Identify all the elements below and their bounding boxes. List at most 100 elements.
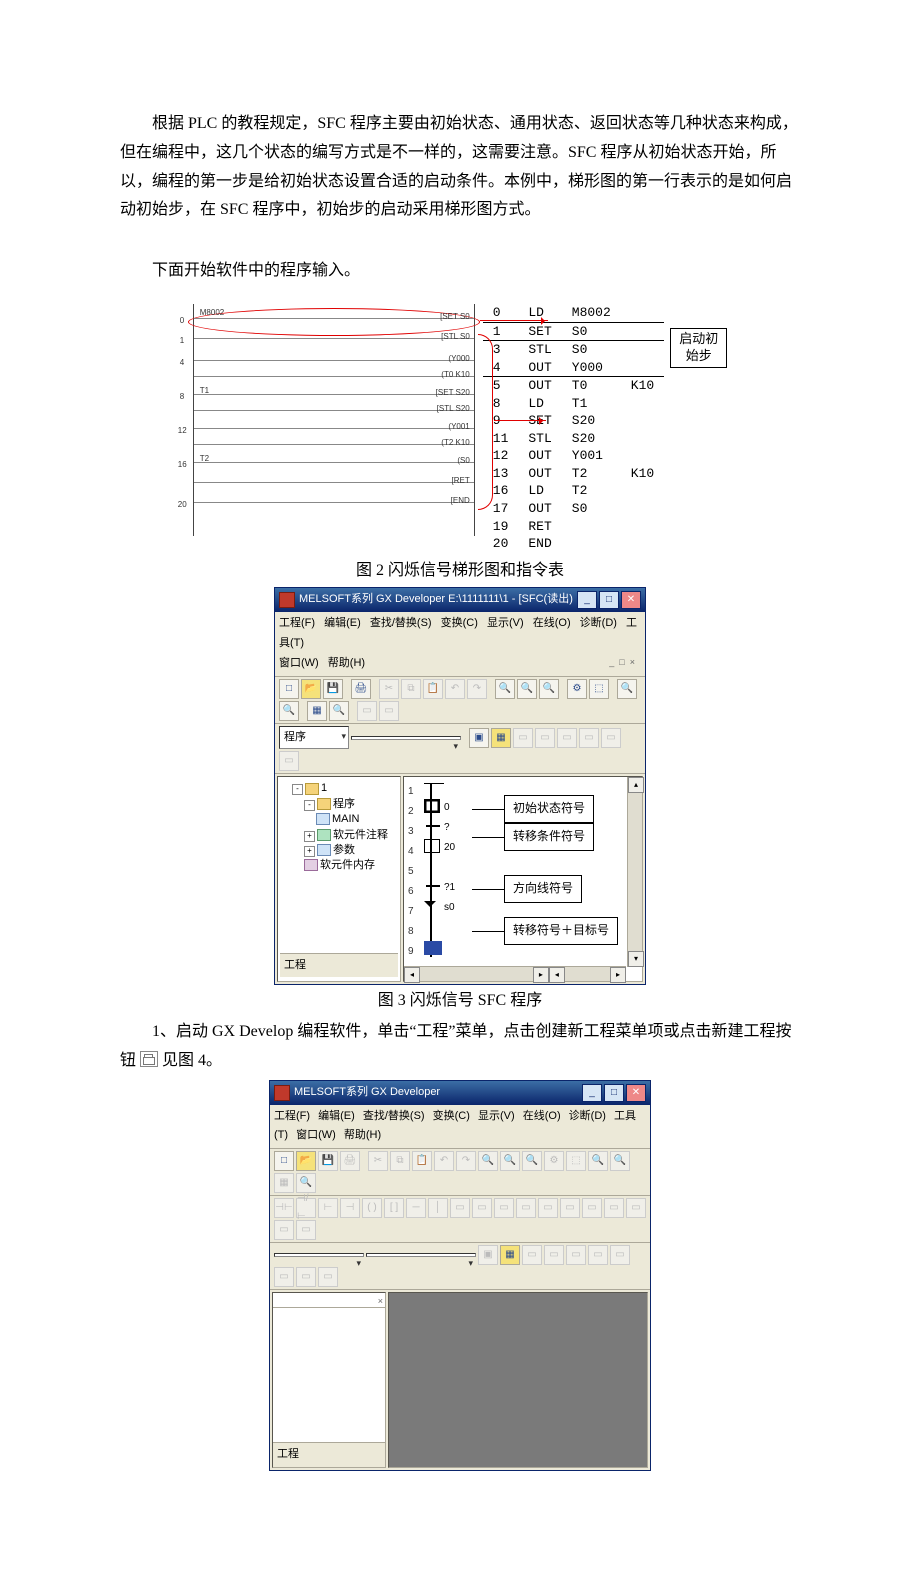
ladder-element-button[interactable]: ▭ bbox=[626, 1198, 646, 1218]
open-button[interactable]: 📂 bbox=[301, 679, 321, 699]
vertical-scrollbar[interactable]: ▴▾ bbox=[627, 777, 642, 967]
sfc-step-icon[interactable] bbox=[424, 839, 440, 853]
ladder-element-button[interactable]: ( ) bbox=[362, 1198, 382, 1218]
ladder-element-button[interactable]: ▭ bbox=[274, 1220, 294, 1240]
program-name-dropdown[interactable] bbox=[366, 1253, 476, 1257]
new-button[interactable]: □ bbox=[274, 1151, 294, 1171]
menu-window[interactable]: 窗口(W) bbox=[296, 1129, 336, 1141]
ladder-element-button[interactable]: ▭ bbox=[560, 1198, 580, 1218]
tree-tab-project[interactable]: 工程 bbox=[280, 953, 398, 978]
redo-button[interactable]: ↷ bbox=[456, 1151, 476, 1171]
minimize-button[interactable]: _ bbox=[582, 1084, 602, 1102]
mode-button[interactable]: ▣ bbox=[478, 1245, 498, 1265]
zoom-button[interactable]: 🔍 bbox=[517, 679, 537, 699]
close-button[interactable]: ✕ bbox=[626, 1084, 646, 1102]
zoom-button[interactable]: 🔍 bbox=[495, 679, 515, 699]
zoom-button[interactable]: 🔍 bbox=[478, 1151, 498, 1171]
sfc-editor-canvas[interactable]: 1 2 3 4 5 6 7 8 9 0 ? bbox=[403, 776, 643, 982]
maximize-button[interactable]: □ bbox=[604, 1084, 624, 1102]
sfc-element-button[interactable]: ▭ bbox=[522, 1245, 542, 1265]
menu-view[interactable]: 显示(V) bbox=[487, 617, 524, 629]
sfc-element-button[interactable]: ▭ bbox=[601, 728, 621, 748]
menu-convert[interactable]: 变换(C) bbox=[441, 617, 478, 629]
menu-online[interactable]: 在线(O) bbox=[523, 1110, 561, 1122]
menu-edit[interactable]: 编辑(E) bbox=[324, 617, 361, 629]
ladder-element-button[interactable]: ▭ bbox=[494, 1198, 514, 1218]
save-button[interactable]: 💾 bbox=[323, 679, 343, 699]
mdi-controls[interactable]: _ □ × bbox=[609, 654, 635, 670]
menu-help[interactable]: 帮助(H) bbox=[328, 657, 365, 669]
open-button[interactable]: 📂 bbox=[296, 1151, 316, 1171]
ladder-element-button[interactable]: ▭ bbox=[604, 1198, 624, 1218]
menu-find-replace[interactable]: 查找/替换(S) bbox=[370, 617, 432, 629]
copy-button[interactable]: ⧉ bbox=[401, 679, 421, 699]
tool-button[interactable]: 🔍 bbox=[610, 1151, 630, 1171]
minimize-button[interactable]: _ bbox=[577, 591, 597, 609]
tool-button[interactable]: ▭ bbox=[379, 701, 399, 721]
tool-button[interactable]: ⬚ bbox=[589, 679, 609, 699]
sfc-initial-step-icon[interactable] bbox=[424, 799, 440, 813]
sfc-transition-icon[interactable] bbox=[426, 825, 440, 827]
new-button[interactable]: □ bbox=[279, 679, 299, 699]
undo-button[interactable]: ↶ bbox=[445, 679, 465, 699]
sfc-element-button[interactable]: ▭ bbox=[279, 751, 299, 771]
ladder-element-button[interactable]: ⊣ bbox=[340, 1198, 360, 1218]
menu-online[interactable]: 在线(O) bbox=[533, 617, 571, 629]
tree-tab-project[interactable]: 工程 bbox=[273, 1442, 385, 1467]
mode-button[interactable]: ▣ bbox=[469, 728, 489, 748]
tool-button[interactable]: ▦ bbox=[307, 701, 327, 721]
menu-find-replace[interactable]: 查找/替换(S) bbox=[363, 1110, 425, 1122]
sfc-element-button[interactable]: ▭ bbox=[610, 1245, 630, 1265]
program-type-dropdown[interactable] bbox=[274, 1253, 364, 1257]
redo-button[interactable]: ↷ bbox=[467, 679, 487, 699]
sfc-element-button[interactable]: ▭ bbox=[513, 728, 533, 748]
sfc-element-button[interactable]: ▭ bbox=[544, 1245, 564, 1265]
menu-diagnose[interactable]: 诊断(D) bbox=[569, 1110, 606, 1122]
tree-program-folder[interactable]: -程序 MAIN bbox=[304, 797, 398, 828]
tree-device-comment[interactable]: +软元件注释 bbox=[304, 828, 398, 843]
menu-project[interactable]: 工程(F) bbox=[279, 617, 315, 629]
panel-close-icon[interactable]: × bbox=[273, 1293, 385, 1308]
menu-window[interactable]: 窗口(W) bbox=[279, 657, 319, 669]
ladder-element-button[interactable]: ▭ bbox=[450, 1198, 470, 1218]
menu-convert[interactable]: 变换(C) bbox=[433, 1110, 470, 1122]
zoom-button[interactable]: 🔍 bbox=[500, 1151, 520, 1171]
tool-button[interactable]: 🔍 bbox=[588, 1151, 608, 1171]
paste-button[interactable]: 📋 bbox=[423, 679, 443, 699]
menu-diagnose[interactable]: 诊断(D) bbox=[580, 617, 617, 629]
tool-button[interactable]: ⚙ bbox=[544, 1151, 564, 1171]
mode-button[interactable]: ▦ bbox=[500, 1245, 520, 1265]
copy-button[interactable]: ⧉ bbox=[390, 1151, 410, 1171]
tool-button[interactable]: ⬚ bbox=[566, 1151, 586, 1171]
ladder-element-button[interactable]: [ ] bbox=[384, 1198, 404, 1218]
menu-project[interactable]: 工程(F) bbox=[274, 1110, 310, 1122]
sfc-element-button[interactable]: ▭ bbox=[296, 1267, 316, 1287]
tool-button[interactable]: ⚙ bbox=[567, 679, 587, 699]
sfc-element-button[interactable]: ▭ bbox=[579, 728, 599, 748]
tree-main-program[interactable]: MAIN bbox=[316, 812, 398, 827]
ladder-element-button[interactable]: ▭ bbox=[516, 1198, 536, 1218]
tree-parameter[interactable]: +参数 bbox=[304, 843, 398, 858]
ladder-element-button[interactable]: ─ bbox=[406, 1198, 426, 1218]
mode-button[interactable]: ▦ bbox=[491, 728, 511, 748]
ladder-element-button[interactable]: ▭ bbox=[538, 1198, 558, 1218]
ladder-element-button[interactable]: ⊣⊢ bbox=[274, 1198, 294, 1218]
sfc-element-button[interactable]: ▭ bbox=[318, 1267, 338, 1287]
ladder-element-button[interactable]: ⊢ bbox=[318, 1198, 338, 1218]
tree-project-root[interactable]: -1 -程序 MAIN +软元件注释 +参数 软元件内存 bbox=[292, 781, 398, 873]
ladder-element-button[interactable]: ▭ bbox=[472, 1198, 492, 1218]
cut-button[interactable]: ✂ bbox=[368, 1151, 388, 1171]
menu-help[interactable]: 帮助(H) bbox=[344, 1129, 381, 1141]
ladder-element-button[interactable]: │ bbox=[428, 1198, 448, 1218]
sfc-transition-icon[interactable] bbox=[426, 885, 440, 887]
tool-button[interactable]: ▦ bbox=[274, 1173, 294, 1193]
program-name-dropdown[interactable] bbox=[351, 736, 461, 740]
tool-button[interactable]: 🔍 bbox=[329, 701, 349, 721]
sfc-element-button[interactable]: ▭ bbox=[557, 728, 577, 748]
tool-button[interactable]: 🔍 bbox=[279, 701, 299, 721]
sfc-jump-icon[interactable] bbox=[424, 901, 436, 913]
ladder-element-button[interactable]: ▭ bbox=[296, 1220, 316, 1240]
tree-device-memory[interactable]: 软元件内存 bbox=[304, 858, 398, 873]
menu-edit[interactable]: 编辑(E) bbox=[318, 1110, 355, 1122]
sfc-element-button[interactable]: ▭ bbox=[535, 728, 555, 748]
